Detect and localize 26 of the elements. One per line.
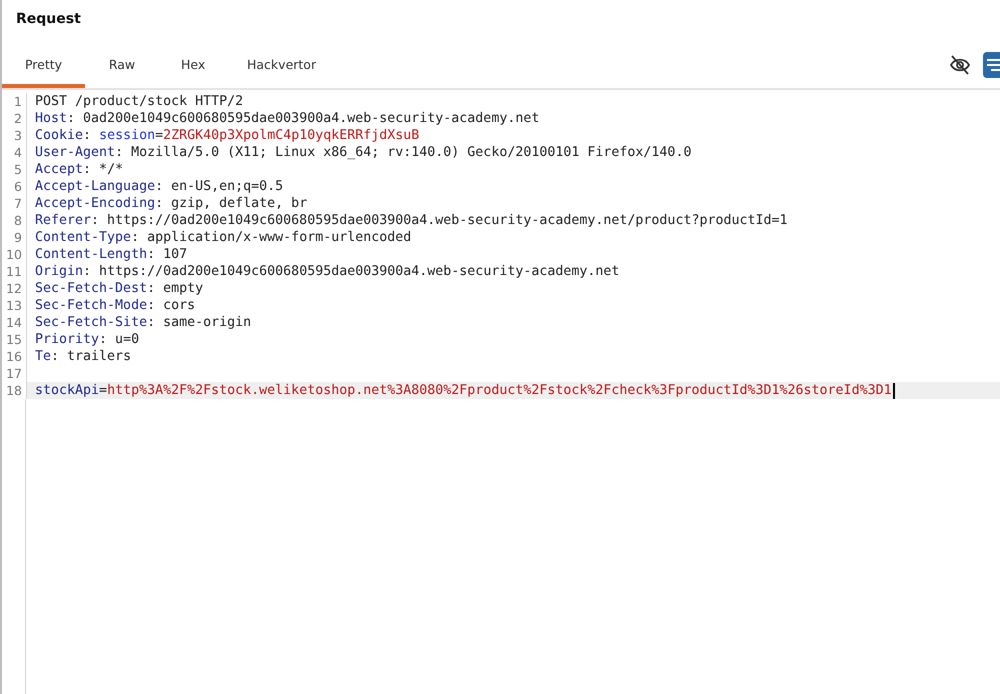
tab[interactable]: Hex <box>159 41 225 88</box>
code-line: Cookie: session=2ZRGK40p3XpolmC4p10yqkERRfjdXsuB <box>34 127 420 144</box>
code-line: Content-Length: 107 <box>34 246 188 263</box>
code-line: Origin: https://0ad200e1049c600680595dae003900a4.web-security-academy.net <box>34 263 620 280</box>
panel-title: Request <box>15 10 82 29</box>
tab[interactable]: Hackvertor <box>225 41 338 88</box>
code-line: User-Agent: Mozilla/5.0 (X11; Linux x86_64; rv:140.0) Gecko/20100101 Firefox/140.0 <box>34 144 692 161</box>
code-line: Accept-Encoding: gzip, deflate, br <box>34 195 308 212</box>
line-number: 18 <box>2 382 27 399</box>
code-line: Sec-Fetch-Dest: empty <box>34 280 204 297</box>
code-line: Priority: u=0 <box>34 331 140 348</box>
code-line: Te: trailers <box>34 348 132 365</box>
code-line: stockApi=http%3A%2F%2Fstock.weliketoshop.net%3A8080%2Fproduct%2Fstock%2Fcheck%3FproductId%3D1%26storeId%3D1 <box>34 382 892 399</box>
eye-slash-icon[interactable] <box>949 54 971 76</box>
code-line: Sec-Fetch-Mode: cors <box>34 297 196 314</box>
code-line: Accept-Language: en-US,en;q=0.5 <box>34 178 284 195</box>
code-line: Host: 0ad200e1049c600680595dae003900a4.web-security-academy.net <box>34 110 540 127</box>
code-line: Content-Type: application/x-www-form-urlencoded <box>34 229 412 246</box>
code-line: Sec-Fetch-Site: same-origin <box>34 314 252 331</box>
code-line: POST /product/stock HTTP/2 <box>34 93 244 110</box>
text-cursor <box>892 382 895 398</box>
code-line: Referer: https://0ad200e1049c600680595dae003900a4.web-security-academy.net/product?productId=1 <box>34 212 788 229</box>
tab[interactable]: Pretty <box>2 41 85 88</box>
settings-lines-icon[interactable] <box>983 52 1000 78</box>
tab[interactable]: Raw <box>85 41 159 88</box>
code-line: Accept: */* <box>34 161 124 178</box>
